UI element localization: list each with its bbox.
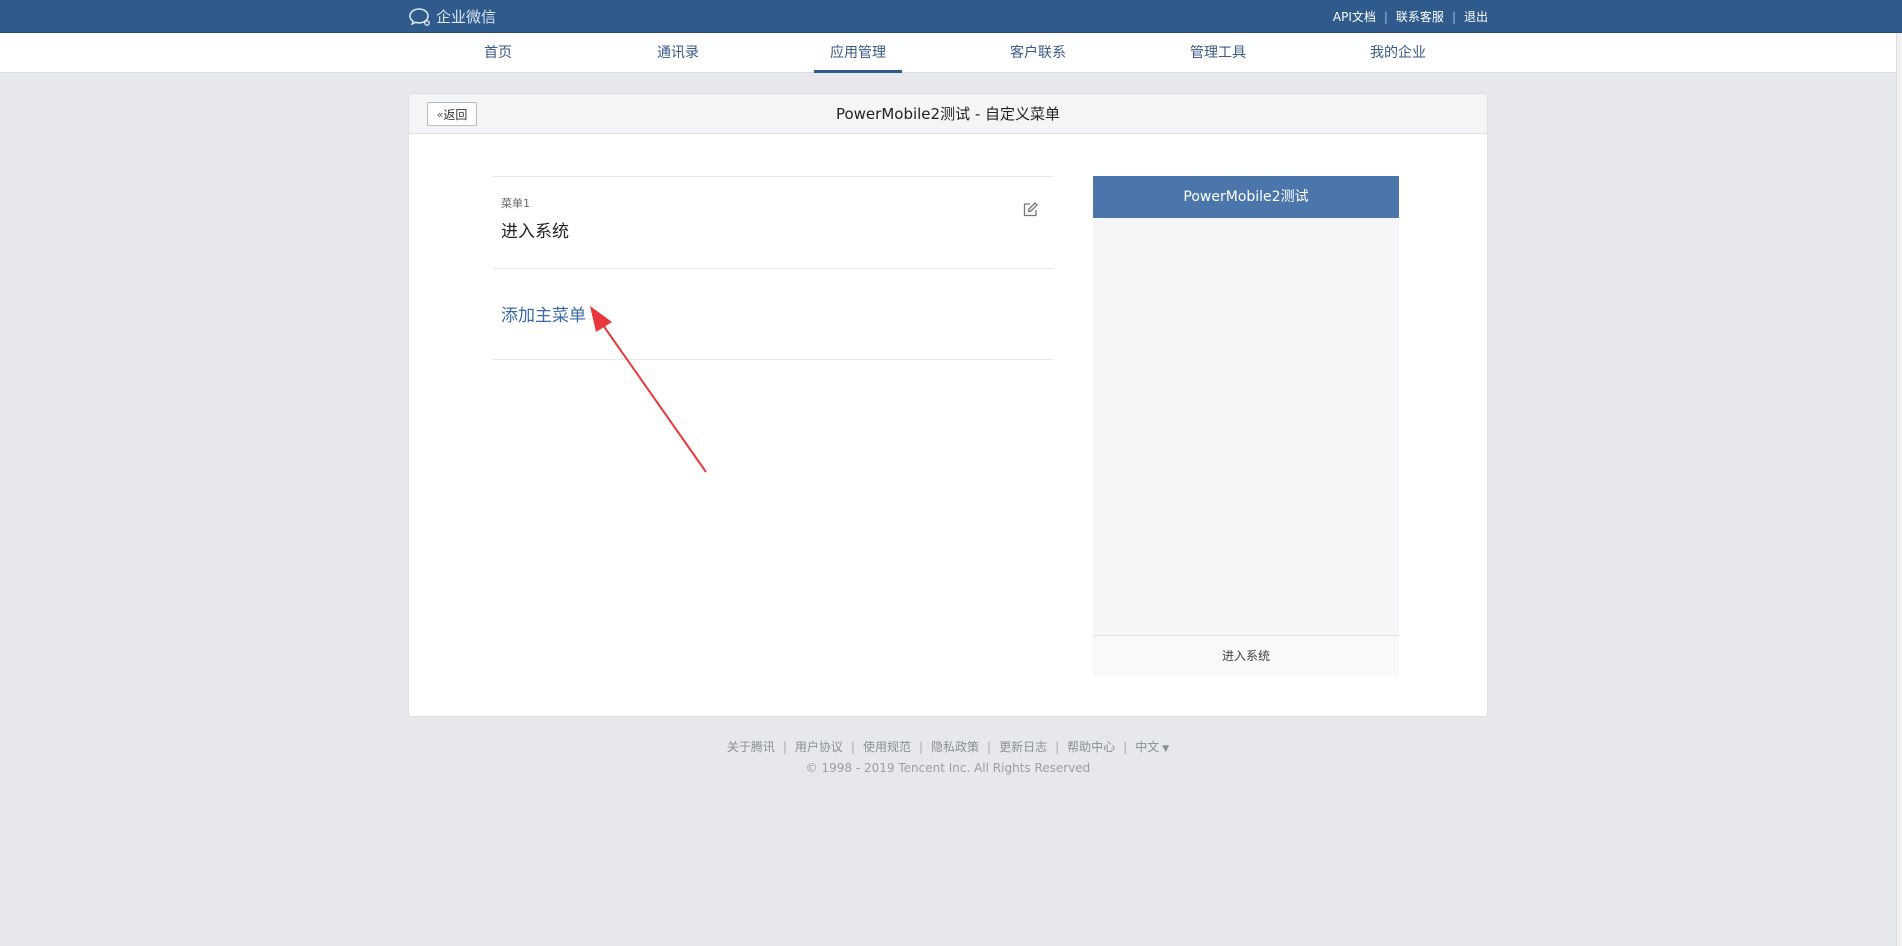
footer-link-user-agreement[interactable]: 用户协议 [795,738,843,755]
api-docs-link[interactable]: API文档 [1333,8,1376,25]
double-chevron-left-icon: ‹‹ [436,107,444,121]
card-header: PowerMobile2测试 - 自定义菜单 ‹‹ 返回 [409,94,1487,134]
logout-link[interactable]: 退出 [1464,8,1488,25]
add-menu-row: 添加主菜单 [493,268,1053,360]
menu-list: 菜单1 进入系统 添加主菜单 [493,176,1053,360]
nav-tab-customer-contact[interactable]: 客户联系 [948,33,1128,73]
footer-link-usage-rules[interactable]: 使用规范 [863,738,911,755]
phone-preview-menu-button[interactable]: 进入系统 [1093,635,1399,676]
menu-item-name: 进入系统 [501,222,569,242]
menu-item[interactable]: 菜单1 进入系统 [493,176,1053,268]
divider: | [1123,739,1128,754]
phone-preview: PowerMobile2测试 进入系统 [1093,176,1399,676]
main-nav: 首页 通讯录 应用管理 客户联系 管理工具 我的企业 [0,33,1902,73]
nav-tab-contacts[interactable]: 通讯录 [588,33,768,73]
footer: 关于腾讯 | 用户协议 | 使用规范 | 隐私政策 | 更新日志 | 帮助中心 … [408,738,1488,776]
footer-link-changelog[interactable]: 更新日志 [999,738,1047,755]
footer-link-privacy[interactable]: 隐私政策 [931,738,979,755]
page-title: PowerMobile2测试 - 自定义菜单 [835,105,1061,123]
divider: | [1451,9,1456,24]
back-button-label: 返回 [443,107,468,122]
scrollbar[interactable] [1896,33,1902,946]
footer-link-help[interactable]: 帮助中心 [1067,738,1115,755]
footer-links: 关于腾讯 | 用户协议 | 使用规范 | 隐私政策 | 更新日志 | 帮助中心 … [408,738,1488,755]
divider: | [782,739,787,754]
copyright: © 1998 - 2019 Tencent Inc. All Rights Re… [805,761,1091,775]
footer-link-about[interactable]: 关于腾讯 [727,738,775,755]
divider: | [1055,739,1060,754]
phone-preview-title: PowerMobile2测试 [1093,176,1399,218]
divider: | [987,739,992,754]
add-main-menu-link[interactable]: 添加主菜单 [501,301,586,326]
back-button[interactable]: ‹‹ 返回 [427,102,477,126]
caret-down-icon: ▼ [1162,744,1170,754]
top-bar-inner: 企业微信 API文档 | 联系客服 | 退出 [408,0,1488,33]
nav-tab-management-tools[interactable]: 管理工具 [1128,33,1308,73]
nav-tabs: 首页 通讯录 应用管理 客户联系 管理工具 我的企业 [408,33,1488,73]
top-bar: 企业微信 API文档 | 联系客服 | 退出 [0,0,1902,33]
top-links: API文档 | 联系客服 | 退出 [1333,0,1488,33]
language-select-label: 中文 [1135,740,1160,754]
nav-tab-home[interactable]: 首页 [408,33,588,73]
nav-tab-my-enterprise[interactable]: 我的企业 [1308,33,1488,73]
logo[interactable]: 企业微信 [408,0,496,33]
language-select[interactable]: 中文 ▼ [1135,738,1169,755]
contact-support-link[interactable]: 联系客服 [1396,8,1444,25]
custom-menu-card: PowerMobile2测试 - 自定义菜单 ‹‹ 返回 菜单1 进入系统 添加… [408,93,1488,717]
divider: | [1383,9,1388,24]
menu-item-index-label: 菜单1 [501,197,530,210]
logo-text: 企业微信 [436,8,497,26]
edit-icon[interactable] [1021,201,1039,219]
divider: | [918,739,924,754]
chat-bubble-icon [408,7,432,27]
phone-preview-body [1093,218,1399,635]
nav-tab-app-management[interactable]: 应用管理 [768,33,948,73]
divider: | [850,739,855,754]
